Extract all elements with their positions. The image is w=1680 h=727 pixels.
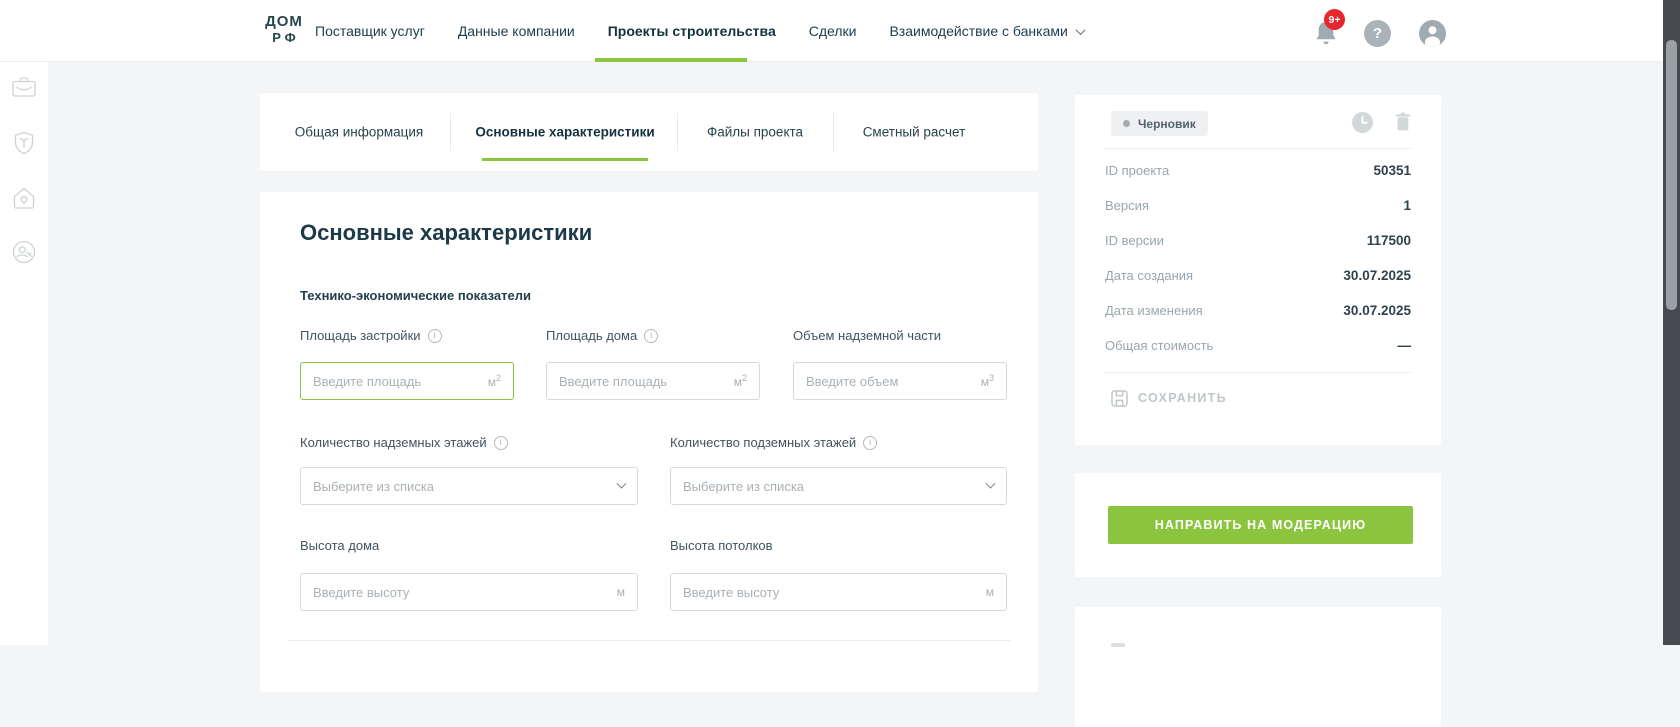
info-icon[interactable]: i [644,329,658,343]
top-header: ДОМ РФ Поставщик услуг Данные компании П… [0,0,1663,62]
status-badge: Черновик [1111,111,1208,136]
help-button[interactable]: ? [1364,20,1391,47]
info-icon[interactable]: i [863,436,877,450]
main-nav: Поставщик услуг Данные компании Проекты … [315,0,1084,62]
tab-project-files[interactable]: Файлы проекта [707,125,803,140]
info-row-modified: Дата изменения 30.07.2025 [1105,293,1411,328]
house-area-label: Площадь дома i [546,328,760,343]
delete-button[interactable] [1395,112,1411,136]
sidebar-item-portfolio[interactable] [9,72,39,102]
question-icon: ? [1373,25,1382,42]
build-area-field: м2 [300,362,514,400]
house-heart-icon [9,183,39,213]
icon-sidebar [0,62,48,645]
sidebar-item-guarantee[interactable] [9,128,39,158]
floors-above-label: Количество надземных этажей i [300,435,638,450]
briefcase-icon [9,72,39,102]
info-row-version: Версия 1 [1105,188,1411,223]
project-tabs-card: Общая информация Основные характеристики… [260,93,1038,171]
ceiling-height-label: Высота потолков [670,538,1007,553]
tab-separator [450,113,451,151]
floors-below-select[interactable]: Выберите из списка [670,467,1007,505]
trash-icon [1395,112,1411,131]
info-row-total-cost: Общая стоимость — [1105,328,1411,363]
extra-panel-card [1075,607,1441,727]
unit-label: м2 [488,373,501,389]
house-area-field: м2 [546,362,760,400]
tab-separator [677,113,678,151]
send-to-moderation-button[interactable]: НАПРАВИТЬ НА МОДЕРАЦИЮ [1108,506,1413,544]
tab-main-characteristics[interactable]: Основные характеристики [475,125,654,140]
panel-divider [1105,148,1411,149]
profile-button[interactable] [1419,20,1446,47]
house-height-input[interactable] [313,585,609,600]
tab-general-info[interactable]: Общая информация [295,125,423,140]
moderation-card: НАПРАВИТЬ НА МОДЕРАЦИЮ [1075,473,1441,577]
chevron-down-icon [986,478,996,488]
notifications-button[interactable]: 9+ [1314,20,1340,48]
house-height-field: м [300,573,638,611]
house-area-input[interactable] [559,374,726,389]
above-volume-input[interactable] [806,374,973,389]
domrf-logo[interactable]: ДОМ РФ [264,14,304,44]
floppy-icon [1111,390,1128,407]
page-title: Основные характеристики [300,220,592,246]
scrollbar-thumb[interactable] [1666,40,1677,310]
project-summary-card: Черновик ID проекта 50351 Версия 1 ID ве… [1075,95,1441,445]
unit-label: м [986,585,994,599]
main-characteristics-card: Основные характеристики Технико-экономич… [260,192,1038,692]
ceiling-height-input[interactable] [683,585,978,600]
avatar-icon [1419,20,1446,47]
status-dot-icon [1123,120,1130,127]
active-tab-underline [482,158,648,161]
form-divider [288,640,1010,641]
user-circle-icon [9,237,39,267]
nav-item-construction-projects[interactable]: Проекты строительства [608,23,776,39]
chevron-down-icon [617,478,627,488]
unit-label: м2 [734,373,747,389]
project-info-list: ID проекта 50351 Версия 1 ID версии 1175… [1105,153,1411,363]
sidebar-item-housing[interactable] [9,183,39,213]
sidebar-item-account[interactable] [9,237,39,267]
scrollbar-track[interactable] [1663,0,1680,645]
notification-badge: 9+ [1324,9,1345,30]
ceiling-height-field: м [670,573,1007,611]
nav-item-bank-interaction[interactable]: Взаимодействие с банками [889,23,1083,39]
unit-label: м [617,585,625,599]
active-nav-underline [595,58,747,62]
unit-label: м3 [981,373,994,389]
nav-item-deals[interactable]: Сделки [809,23,857,39]
chevron-down-icon [1075,25,1085,35]
section-title: Технико-экономические показатели [300,288,531,303]
tab-separator [833,113,834,151]
info-icon[interactable]: i [494,436,508,450]
tab-estimate[interactable]: Сметный расчет [863,125,966,140]
save-button[interactable]: СОХРАНИТЬ [1111,383,1227,413]
info-row-version-id: ID версии 117500 [1105,223,1411,258]
nav-item-company-data[interactable]: Данные компании [458,23,575,39]
history-button[interactable] [1352,112,1373,138]
clock-icon [1352,112,1373,133]
info-icon[interactable]: i [428,329,442,343]
nav-item-services[interactable]: Поставщик услуг [315,23,425,39]
logo-line2: РФ [268,31,304,44]
info-row-created: Дата создания 30.07.2025 [1105,258,1411,293]
floors-below-label: Количество подземных этажей i [670,435,1007,450]
build-area-input[interactable] [313,374,480,389]
above-volume-label: Объем надземной части [793,328,1007,343]
info-row-project-id: ID проекта 50351 [1105,153,1411,188]
build-area-label: Площадь застройки i [300,328,514,343]
house-height-label: Высота дома [300,538,638,553]
logo-line1: ДОМ [264,14,304,29]
shield-icon [9,128,39,158]
above-volume-field: м3 [793,362,1007,400]
clipped-icon [1111,643,1125,647]
floors-above-select[interactable]: Выберите из списка [300,467,638,505]
panel-divider [1105,372,1411,373]
